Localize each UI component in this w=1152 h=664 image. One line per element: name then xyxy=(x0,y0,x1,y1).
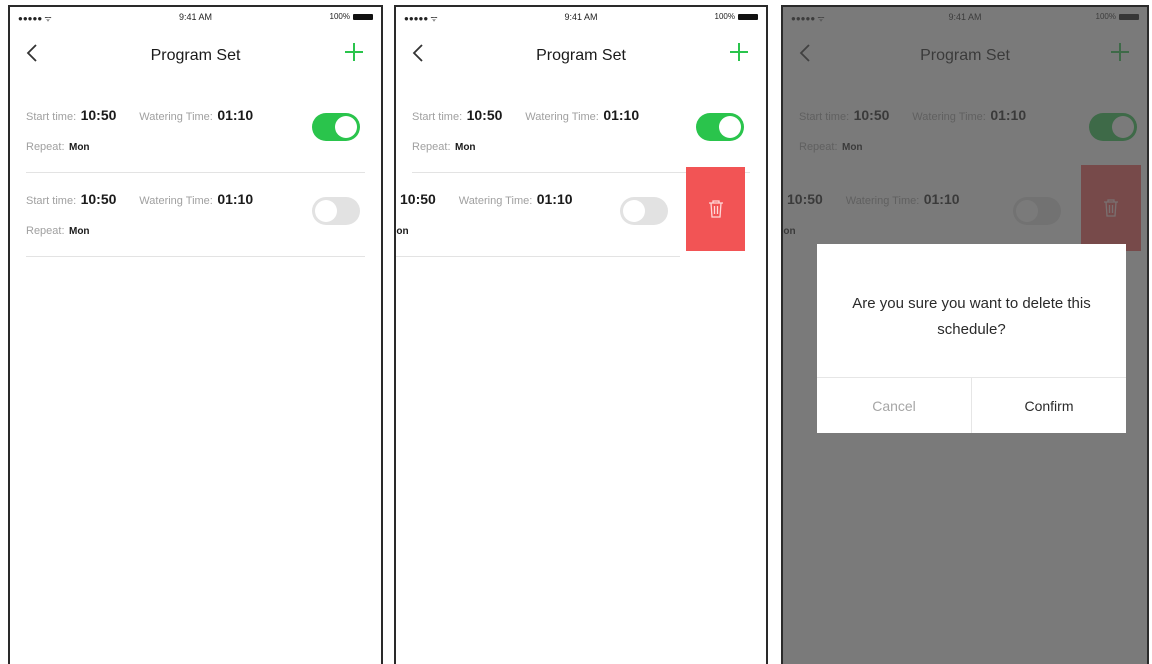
dialog-message: Are you sure you want to delete this sch… xyxy=(852,295,1091,338)
repeat-value: Mon xyxy=(68,142,90,153)
start-time-label: Start time: xyxy=(26,111,77,123)
plus-icon xyxy=(730,43,748,61)
watering-time-value: 01:10 xyxy=(217,191,254,207)
start-time-value: 10:50 xyxy=(400,191,436,207)
page-title: Program Set xyxy=(150,47,241,64)
phone-screen-list: ●●●●● ᯤ 9:41 AM 100% Program Set Start t… xyxy=(8,5,383,664)
schedule-toggle[interactable] xyxy=(312,197,360,225)
add-schedule-button[interactable] xyxy=(343,41,365,63)
repeat-label: Repeat: xyxy=(26,141,65,153)
repeat-label: Repeat: xyxy=(26,225,65,237)
battery-icon xyxy=(738,13,758,20)
row-divider xyxy=(26,256,365,257)
phone-screen-confirm: ●●●●● ᯤ 9:41 AM 100% Program Set Start t… xyxy=(781,5,1149,664)
battery-indicator: 100% xyxy=(330,12,373,21)
watering-time-label: Watering Time: xyxy=(139,111,213,123)
add-schedule-button[interactable] xyxy=(728,41,750,63)
status-bar: ●●●●● ᯤ 9:41 AM 100% xyxy=(396,7,766,29)
confirm-dialog: Are you sure you want to delete this sch… xyxy=(817,244,1126,433)
status-clock: 9:41 AM xyxy=(178,12,213,22)
page-title: Program Set xyxy=(536,47,626,64)
schedule-row-swiped[interactable]: 10:50 Watering Time: 01:10 Mon xyxy=(396,173,686,257)
schedule-row[interactable]: Start time: 10:50 Watering Time: 01:10 R… xyxy=(10,89,381,173)
schedule-row[interactable]: Start time: 10:50 Watering Time: 01:10 R… xyxy=(396,89,766,173)
start-time-label: Start time: xyxy=(26,195,77,207)
schedule-row[interactable]: Start time: 10:50 Watering Time: 01:10 R… xyxy=(10,173,381,257)
toggle-knob xyxy=(335,116,357,138)
watering-time-value: 01:10 xyxy=(536,191,573,207)
watering-time-label: Watering Time: xyxy=(458,195,533,207)
repeat-value: Mon xyxy=(454,142,476,153)
signal-icon: ●●●●● ᯤ xyxy=(18,14,52,23)
delete-button[interactable] xyxy=(686,167,745,251)
start-time-value: 10:50 xyxy=(80,191,117,207)
schedule-toggle[interactable] xyxy=(696,113,744,141)
schedule-toggle[interactable] xyxy=(312,113,360,141)
confirm-button[interactable]: Confirm xyxy=(972,378,1126,433)
start-time-value: 10:50 xyxy=(466,107,503,123)
navbar: Program Set xyxy=(396,29,766,79)
start-time-value: 10:50 xyxy=(80,107,117,123)
start-time-label: Start time: xyxy=(412,111,463,123)
battery-icon xyxy=(353,13,373,20)
toggle-knob xyxy=(719,116,741,138)
repeat-value: Mon xyxy=(396,226,409,237)
plus-icon xyxy=(345,43,363,61)
repeat-value: Mon xyxy=(68,226,90,237)
trash-icon xyxy=(708,200,723,218)
row-divider xyxy=(396,256,680,257)
watering-time-label: Watering Time: xyxy=(139,195,213,207)
toggle-knob xyxy=(315,200,337,222)
status-bar: ●●●●● ᯤ 9:41 AM 100% xyxy=(10,7,381,29)
signal-icon: ●●●●● ᯤ xyxy=(404,14,438,23)
schedule-toggle[interactable] xyxy=(620,197,668,225)
phone-screen-swipe: ●●●●● ᯤ 9:41 AM 100% Program Set Start t… xyxy=(394,5,768,664)
status-clock: 9:41 AM xyxy=(564,12,598,22)
cancel-button[interactable]: Cancel xyxy=(817,378,971,433)
repeat-label: Repeat: xyxy=(412,141,451,153)
watering-time-label: Watering Time: xyxy=(525,111,599,123)
watering-time-value: 01:10 xyxy=(603,107,640,123)
toggle-knob xyxy=(623,200,645,222)
navbar: Program Set xyxy=(10,29,381,79)
battery-indicator: 100% xyxy=(715,12,758,21)
watering-time-value: 01:10 xyxy=(217,107,254,123)
